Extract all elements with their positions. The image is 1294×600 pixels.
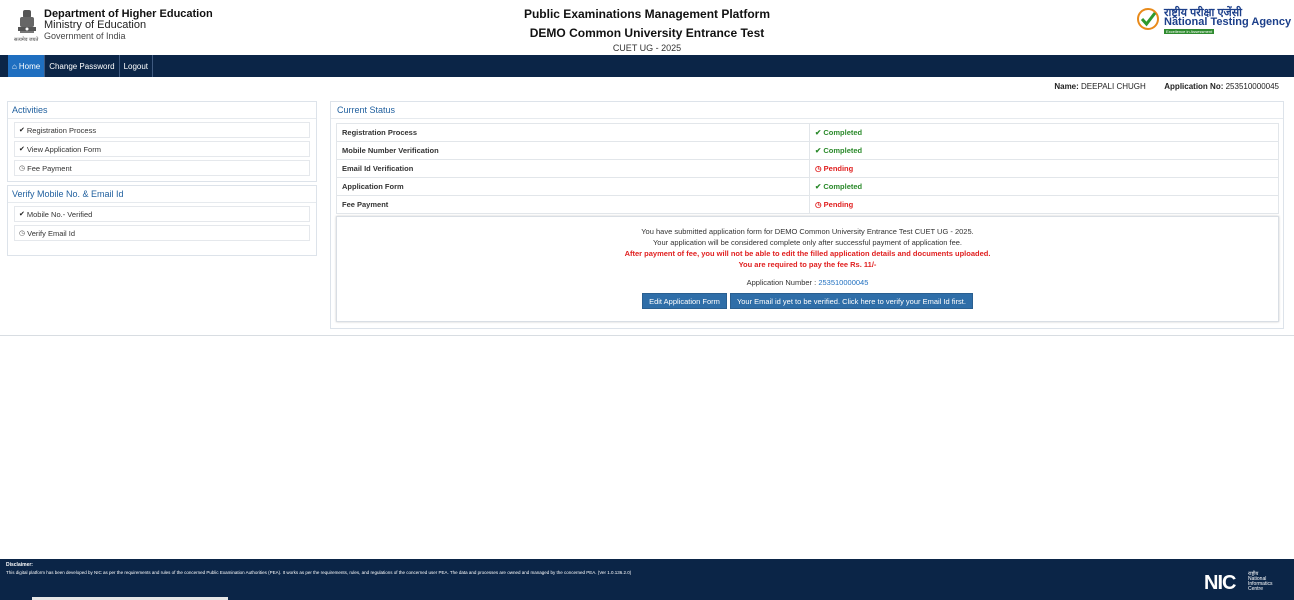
verify-email-item[interactable]: ◷ Verify Email Id (14, 225, 310, 241)
verify-mobile-item: ✔ Mobile No.- Verified (14, 206, 310, 222)
platform-title-block: Public Examinations Management Platform … (447, 7, 847, 53)
name-label: Name: (1054, 82, 1079, 91)
status-label: Mobile Number Verification (336, 141, 810, 160)
status-text: Completed (823, 128, 863, 137)
government-title: Government of India (44, 31, 126, 41)
message-fee-amount: You are required to pay the fee Rs. 11/- (738, 260, 877, 269)
submission-message-box: You have submitted application form for … (336, 216, 1279, 322)
action-buttons: Edit Application Form Your Email id yet … (337, 293, 1278, 309)
activity-label: Registration Process (26, 125, 97, 135)
application-number-line: Application Number : 253510000045 (337, 278, 1278, 287)
status-value: ✔ Completed (809, 177, 1279, 196)
table-row: Application Form ✔ Completed (336, 177, 1279, 196)
activity-fee-payment[interactable]: ◷ Fee Payment (14, 160, 310, 176)
status-text: Pending (823, 200, 854, 209)
status-text: Completed (823, 146, 863, 155)
application-number-value: 253510000045 (818, 278, 869, 287)
activity-label: View Application Form (26, 144, 101, 154)
home-icon: ⌂ (12, 61, 17, 71)
nic-line3: Centre (1248, 586, 1264, 592)
current-status-panel: Current Status Registration Process ✔ Co… (330, 101, 1284, 329)
nav-logout-label: Logout (123, 61, 149, 71)
emblem-caption: सत्यमेव जयते (14, 37, 39, 43)
status-value: ◷ Pending (809, 195, 1279, 214)
verify-panel: Verify Mobile No. & Email Id ✔ Mobile No… (7, 185, 317, 256)
current-status-title: Current Status (331, 102, 1283, 119)
activity-label: Fee Payment (27, 163, 72, 173)
status-value: ✔ Completed (809, 141, 1279, 160)
exam-subtitle: CUET UG - 2025 (612, 43, 682, 53)
user-name: DEEPALI CHUGH (1081, 82, 1146, 91)
nta-english-name: National Testing Agency (1164, 16, 1292, 28)
check-circle-icon: ✔ (19, 211, 25, 218)
activity-view-application-form[interactable]: ✔ View Application Form (14, 141, 310, 157)
status-text: Completed (823, 182, 863, 191)
status-label: Fee Payment (336, 195, 810, 214)
status-value: ◷ Pending (809, 159, 1279, 178)
nic-logo-text: NIC (1204, 572, 1236, 594)
verify-label: Mobile No.- Verified (26, 209, 93, 219)
clock-icon: ◷ (815, 164, 824, 173)
page: सत्यमेव जयते Department of Higher Educat… (0, 0, 1294, 600)
clock-icon: ◷ (815, 200, 824, 209)
status-value: ✔ Completed (809, 123, 1279, 142)
application-no-label: Application No: (1164, 82, 1224, 91)
activities-title: Activities (8, 102, 316, 119)
nav-home[interactable]: ⌂ Home (8, 55, 46, 77)
header: सत्यमेव जयते Department of Higher Educat… (0, 0, 1294, 55)
nav-bar: ⌂ Home Change Password Logout (0, 55, 1294, 77)
verify-label: Verify Email Id (27, 228, 76, 238)
nav-change-password-label: Change Password (49, 61, 115, 71)
nav-change-password[interactable]: Change Password (45, 55, 120, 77)
status-table: Registration Process ✔ Completed Mobile … (336, 123, 1279, 214)
content-divider (0, 335, 1294, 336)
message-submitted: You have submitted application form for … (641, 227, 974, 236)
activities-panel: Activities ✔ Registration Process ✔ View… (7, 101, 317, 182)
message-complete-after-fee: Your application will be considered comp… (652, 238, 963, 247)
check-circle-icon: ✔ (19, 146, 25, 153)
user-info: Name: DEEPALI CHUGH Application No: 2535… (1054, 82, 1279, 91)
table-row: Mobile Number Verification ✔ Completed (336, 141, 1279, 160)
ministry-title: Ministry of Education (44, 19, 147, 31)
verify-title: Verify Mobile No. & Email Id (8, 186, 316, 203)
message-no-edit-warning: After payment of fee, you will not be ab… (624, 249, 991, 258)
clock-icon: ◷ (19, 165, 26, 172)
disclaimer-text: This digital platform has been developed… (6, 570, 632, 575)
nic-logo-caption: राष्ट्रीय National Informatics Centre (1248, 572, 1288, 592)
exam-title: DEMO Common University Entrance Test (529, 26, 765, 40)
platform-title: Public Examinations Management Platform (523, 7, 771, 21)
status-text: Pending (823, 164, 854, 173)
footer: Disclaimer: This digital platform has be… (0, 559, 1294, 600)
table-row: Registration Process ✔ Completed (336, 123, 1279, 142)
status-label: Application Form (336, 177, 810, 196)
nta-logo-icon (1137, 8, 1159, 30)
table-row: Fee Payment ◷ Pending (336, 195, 1279, 214)
application-no: 253510000045 (1225, 82, 1279, 91)
verify-email-button[interactable]: Your Email id yet to be verified. Click … (729, 293, 973, 309)
check-circle-icon: ✔ (19, 127, 25, 134)
table-row: Email Id Verification ◷ Pending (336, 159, 1279, 178)
status-label: Email Id Verification (336, 159, 810, 178)
nav-home-label: Home (18, 61, 41, 71)
disclaimer-title: Disclaimer: (6, 562, 33, 568)
department-block: Department of Higher Education Ministry … (44, 9, 213, 42)
status-label: Registration Process (336, 123, 810, 142)
application-number-label: Application Number : (746, 278, 817, 287)
nta-tagline: Excellence in Assessment (1164, 29, 1215, 34)
activity-registration-process[interactable]: ✔ Registration Process (14, 122, 310, 138)
clock-icon: ◷ (19, 230, 26, 237)
edit-application-form-button[interactable]: Edit Application Form (642, 293, 727, 309)
nav-logout[interactable]: Logout (120, 55, 154, 77)
